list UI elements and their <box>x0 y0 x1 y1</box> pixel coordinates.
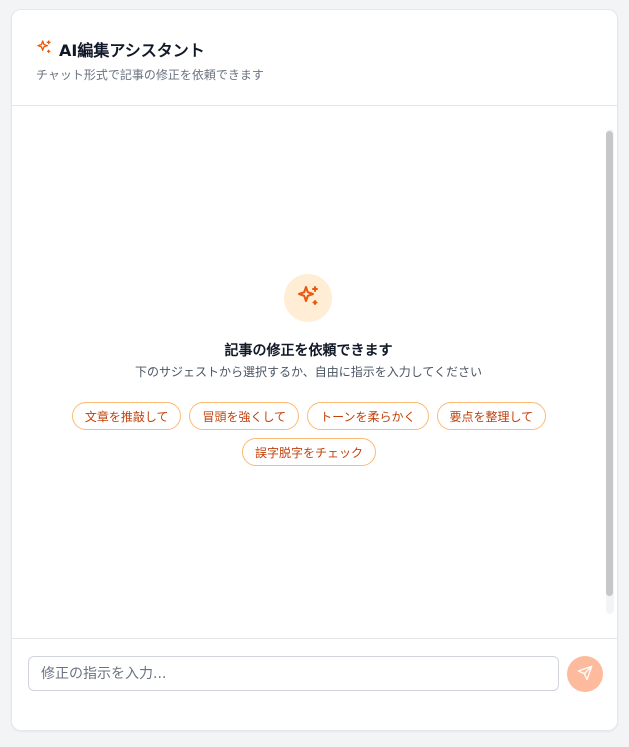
suggestion-chip-soften-tone[interactable]: トーンを柔らかく <box>307 402 429 430</box>
panel-header: AI編集アシスタント チャット形式で記事の修正を依頼できます <box>12 10 617 106</box>
empty-state-icon-circle <box>284 274 332 322</box>
ai-edit-assistant-panel: AI編集アシスタント チャット形式で記事の修正を依頼できます 記事の修正を依頼で… <box>11 9 618 731</box>
suggestion-chips: 文章を推敲して 冒頭を強くして トーンを柔らかく 要点を整理して 誤字脱字をチェ… <box>64 402 554 466</box>
send-button[interactable] <box>567 656 603 692</box>
panel-title: AI編集アシスタント <box>59 41 205 60</box>
suggestion-chip-polish[interactable]: 文章を推敲して <box>71 402 182 430</box>
sparkles-icon <box>36 39 52 59</box>
instruction-input[interactable] <box>28 656 559 691</box>
input-footer <box>12 638 617 730</box>
panel-subtitle: チャット形式で記事の修正を依頼できます <box>36 68 264 82</box>
empty-state-description: 下のサジェストから選択するか、自由に指示を入力してください <box>134 365 483 379</box>
sparkles-icon <box>296 284 320 312</box>
send-icon <box>577 665 593 684</box>
suggestion-chip-organize-points[interactable]: 要点を整理して <box>436 402 547 430</box>
chat-body: 記事の修正を依頼できます 下のサジェストから選択するか、自由に指示を入力してくだ… <box>12 105 617 638</box>
empty-state-title: 記事の修正を依頼できます <box>224 343 393 359</box>
title-row: AI編集アシスタント <box>36 37 205 61</box>
suggestion-chip-strengthen-intro[interactable]: 冒頭を強くして <box>189 402 300 430</box>
scrollbar-thumb[interactable] <box>606 131 613 596</box>
suggestion-chip-check-typos[interactable]: 誤字脱字をチェック <box>241 438 376 466</box>
